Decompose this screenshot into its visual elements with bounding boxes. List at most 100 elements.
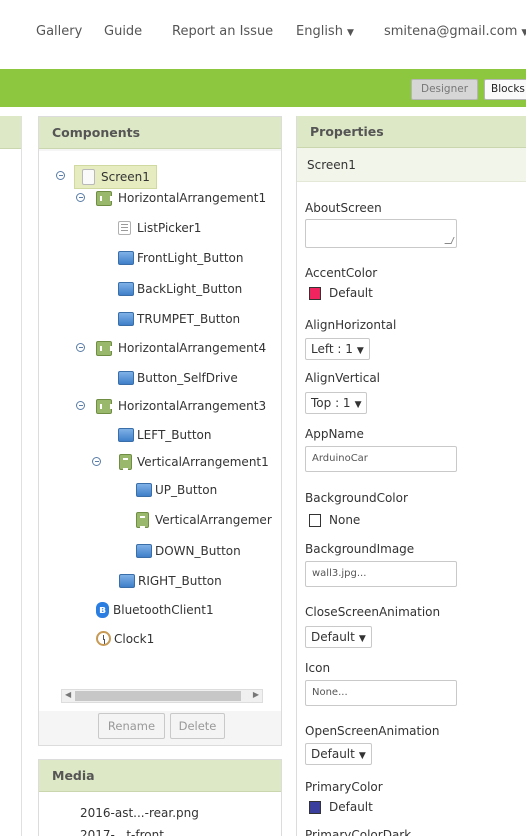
backgroundimage-label: BackgroundImage [305, 542, 415, 556]
components-panel: Components Screen1 HorizontalArrangement… [38, 116, 282, 746]
select-value: Default [311, 747, 355, 761]
tree-item-label: Button_SelfDrive [137, 371, 238, 385]
select-value: Default [311, 630, 355, 644]
appname-input[interactable]: ArduinoCar [305, 446, 457, 472]
horizontal-arrangement-icon [96, 399, 112, 414]
primarycolordark-label: PrimaryColorDark [305, 828, 412, 836]
tree-item-verticalarrangement2[interactable]: VerticalArrangemer [136, 509, 282, 531]
tree-item-label: HorizontalArrangement4 [118, 341, 267, 355]
listpicker-icon [118, 221, 131, 235]
scroll-left-icon[interactable]: ◀ [65, 690, 71, 699]
select-value: Left : 1 [311, 342, 353, 356]
screen-icon [82, 169, 95, 185]
icon-input[interactable]: None... [305, 680, 457, 706]
primary-color-value[interactable]: Default [329, 800, 373, 814]
alignhorizontal-label: AlignHorizontal [305, 318, 397, 332]
selected-component-name: Screen1 [297, 148, 526, 182]
bluetooth-icon: ʙ [96, 602, 109, 618]
tree-item-label: UP_Button [155, 483, 218, 497]
horizontal-arrangement-icon [96, 191, 112, 206]
backgroundcolor-label: BackgroundColor [305, 491, 408, 505]
delete-button[interactable]: Delete [170, 713, 225, 739]
closescreenanimation-label: CloseScreenAnimation [305, 605, 441, 619]
primary-color-swatch[interactable] [309, 801, 321, 814]
blocks-button[interactable]: Blocks [484, 79, 526, 100]
button-icon [118, 428, 134, 442]
tree-item-label: HorizontalArrangement1 [118, 191, 267, 205]
designer-button[interactable]: Designer [411, 79, 478, 100]
appname-label: AppName [305, 427, 364, 441]
alignhorizontal-select[interactable]: Left : 1 ▼ [305, 338, 370, 360]
tree-item-label: VerticalArrangement1 [137, 455, 269, 469]
media-item[interactable]: 2017-...t-front... [80, 828, 175, 836]
primarycolor-label: PrimaryColor [305, 780, 383, 794]
divider [21, 116, 22, 836]
accentcolor-label: AccentColor [305, 266, 378, 280]
media-item[interactable]: 2016-ast...-rear.png [80, 806, 199, 820]
account-email: smitena@gmail.com [384, 24, 518, 39]
collapse-toggle-icon[interactable] [76, 401, 85, 410]
button-icon [118, 312, 134, 326]
language-dropdown[interactable]: English ▼ [296, 24, 354, 39]
alignvertical-select[interactable]: Top : 1 ▼ [305, 392, 368, 414]
tree-item-label: BluetoothClient1 [113, 603, 214, 617]
select-value: Top : 1 [311, 396, 351, 410]
openscreenanimation-select[interactable]: Default ▼ [305, 743, 372, 765]
alignvertical-label: AlignVertical [305, 371, 381, 385]
component-tree: Screen1 HorizontalArrangement1 ListPicke… [39, 151, 281, 711]
tree-horizontal-scrollbar[interactable]: ◀ ▶ [61, 689, 263, 703]
tree-item-label: DOWN_Button [155, 544, 241, 558]
collapse-toggle-icon[interactable] [76, 193, 85, 202]
tree-item-label: Screen1 [101, 170, 150, 184]
closescreenanimation-select[interactable]: Default ▼ [305, 626, 372, 648]
accent-color-value[interactable]: Default [329, 286, 373, 300]
aboutscreen-label: AboutScreen [305, 201, 382, 215]
properties-title: Properties [297, 116, 526, 148]
caret-down-icon: ▼ [346, 28, 354, 38]
button-icon [136, 483, 152, 497]
nav-guide-link[interactable]: Guide [104, 24, 142, 39]
tree-item-label: RIGHT_Button [138, 574, 222, 588]
button-icon [118, 371, 134, 385]
tree-item-label: FrontLight_Button [137, 251, 244, 265]
button-icon [136, 544, 152, 558]
caret-down-icon: ▼ [521, 28, 526, 38]
scrollbar-thumb[interactable] [75, 691, 241, 701]
collapse-toggle-icon[interactable] [76, 343, 85, 352]
background-color-value[interactable]: None [329, 513, 360, 527]
tree-item-label: HorizontalArrangement3 [118, 399, 267, 413]
caret-down-icon: ▼ [354, 400, 362, 410]
caret-down-icon: ▼ [356, 346, 364, 356]
tree-item-label: VerticalArrangemer [155, 513, 272, 527]
openscreenanimation-label: OpenScreenAnimation [305, 724, 440, 738]
horizontal-arrangement-icon [96, 341, 112, 356]
rename-button[interactable]: Rename [98, 713, 165, 739]
caret-down-icon: ▼ [358, 751, 366, 761]
top-nav: Gallery Guide Report an Issue English ▼ s… [0, 0, 526, 62]
collapse-toggle-icon[interactable] [92, 457, 101, 466]
tree-item-label: BackLight_Button [137, 282, 243, 296]
caret-down-icon: ▼ [358, 634, 366, 644]
account-dropdown[interactable]: smitena@gmail.com ▼ [384, 24, 526, 39]
nav-report-issue-link[interactable]: Report an Issue [172, 24, 273, 39]
palette-header [0, 116, 22, 149]
tree-item-label: LEFT_Button [137, 428, 212, 442]
button-icon [118, 251, 134, 265]
media-title: Media [39, 760, 281, 792]
nav-gallery-link[interactable]: Gallery [36, 24, 82, 39]
button-icon [118, 282, 134, 296]
collapse-toggle-icon[interactable] [56, 171, 65, 180]
scroll-right-icon[interactable]: ▶ [253, 690, 259, 699]
icon-label: Icon [305, 661, 331, 675]
language-label: English [296, 24, 343, 39]
accent-color-swatch[interactable] [309, 287, 321, 300]
components-title: Components [39, 117, 281, 149]
aboutscreen-textarea[interactable] [305, 219, 457, 248]
properties-panel: Properties Screen1 AboutScreen AccentCol… [296, 116, 526, 836]
backgroundimage-input[interactable]: wall3.jpg... [305, 561, 457, 587]
tree-item-label: TRUMPET_Button [137, 312, 241, 326]
tree-item-screen1[interactable]: Screen1 [74, 165, 157, 189]
background-color-swatch[interactable] [309, 514, 321, 527]
button-icon [119, 574, 135, 588]
palette-panel [0, 116, 22, 836]
